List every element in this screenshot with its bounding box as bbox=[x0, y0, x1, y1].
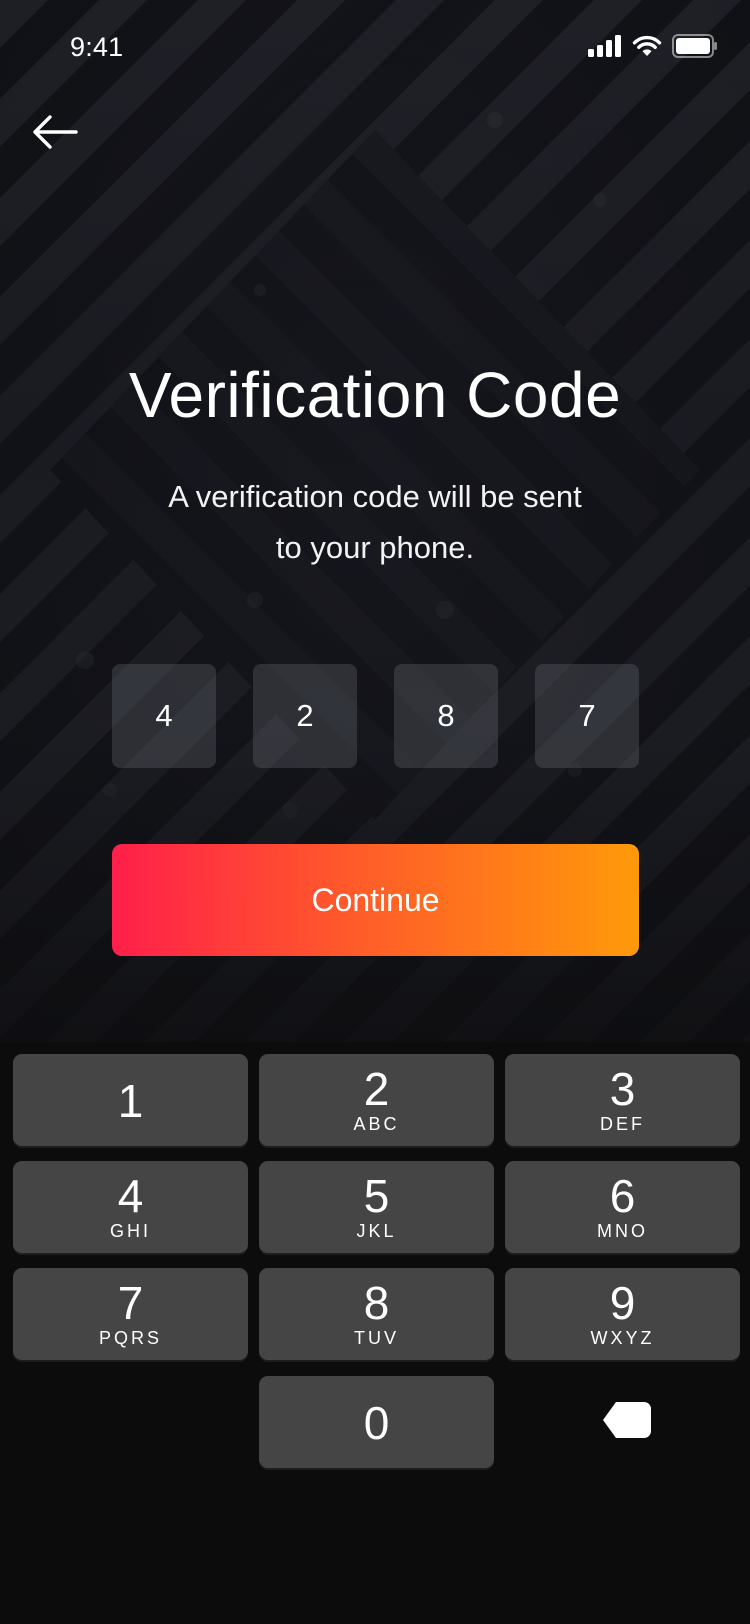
arrow-left-icon bbox=[33, 115, 78, 149]
key-6-letters: MNO bbox=[597, 1221, 648, 1241]
otp-digit-2[interactable]: 2 bbox=[253, 664, 357, 768]
subtitle-line-2: to your phone. bbox=[275, 530, 475, 565]
key-4-digit: 4 bbox=[117, 1170, 144, 1222]
back-button[interactable] bbox=[28, 108, 82, 156]
key-6-digit: 6 bbox=[609, 1170, 636, 1222]
page-subtitle: A verification code will be sent to your… bbox=[125, 471, 625, 573]
key-4-letters: GHI bbox=[109, 1221, 151, 1241]
key-4[interactable]: 4 GHI bbox=[13, 1161, 248, 1253]
key-8-digit: 8 bbox=[363, 1277, 390, 1329]
otp-digit-1[interactable]: 4 bbox=[112, 664, 216, 768]
key-3[interactable]: 3 DEF bbox=[505, 1054, 740, 1146]
otp-digit-3[interactable]: 8 bbox=[394, 664, 498, 768]
key-9[interactable]: 9 WXYZ bbox=[505, 1268, 740, 1360]
battery-icon bbox=[672, 34, 717, 58]
key-2-digit: 2 bbox=[363, 1063, 390, 1115]
key-5-digit: 5 bbox=[363, 1170, 390, 1222]
key-1-digit: 1 bbox=[117, 1075, 144, 1127]
status-icons bbox=[588, 34, 718, 58]
key-2[interactable]: 2 ABC bbox=[259, 1054, 494, 1146]
backspace-icon bbox=[603, 1402, 651, 1438]
page-title: Verification Code bbox=[128, 359, 622, 431]
delete-button[interactable] bbox=[600, 1400, 654, 1440]
key-0[interactable]: 0 bbox=[259, 1376, 494, 1468]
otp-input-group: 4 2 8 7 bbox=[112, 664, 640, 768]
key-7-letters: PQRS bbox=[98, 1328, 162, 1348]
verification-screen: 9:41 Verification Code A verification co… bbox=[0, 0, 750, 1624]
key-9-letters: WXYZ bbox=[590, 1328, 655, 1348]
key-3-digit: 3 bbox=[609, 1063, 636, 1115]
key-5-letters: JKL bbox=[356, 1221, 397, 1241]
subtitle-line-1: A verification code will be sent bbox=[168, 479, 582, 514]
key-2-letters: ABC bbox=[353, 1114, 400, 1134]
key-7[interactable]: 7 PQRS bbox=[13, 1268, 248, 1360]
key-6[interactable]: 6 MNO bbox=[505, 1161, 740, 1253]
key-0-digit: 0 bbox=[363, 1397, 390, 1449]
continue-button[interactable]: Continue bbox=[112, 844, 639, 956]
key-3-letters: DEF bbox=[600, 1114, 645, 1134]
key-8-letters: TUV bbox=[354, 1328, 399, 1348]
key-1[interactable]: 1 bbox=[13, 1054, 248, 1146]
signal-icon bbox=[588, 35, 621, 57]
key-9-digit: 9 bbox=[609, 1277, 636, 1329]
key-5[interactable]: 5 JKL bbox=[259, 1161, 494, 1253]
key-8[interactable]: 8 TUV bbox=[259, 1268, 494, 1360]
key-7-digit: 7 bbox=[117, 1277, 144, 1329]
wifi-icon bbox=[632, 35, 662, 56]
status-time: 9:41 bbox=[70, 32, 124, 62]
otp-digit-4[interactable]: 7 bbox=[535, 664, 639, 768]
